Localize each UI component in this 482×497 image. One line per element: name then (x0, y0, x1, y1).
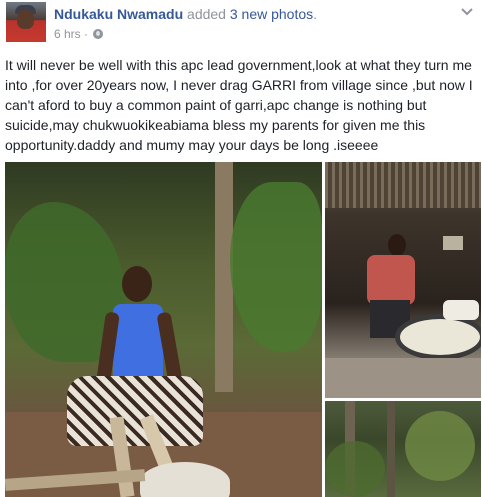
foliage-right (230, 182, 322, 352)
meta-separator: · (84, 27, 89, 41)
photo-bush-scene[interactable] (325, 401, 481, 497)
cook-shirt (367, 255, 415, 305)
facebook-post: Ndukaku Nwamadu added 3 new photos. 6 hr… (0, 0, 482, 497)
photo-man-frying-garri[interactable] (325, 162, 481, 398)
cook-head (388, 234, 406, 256)
author-avatar[interactable] (6, 2, 46, 42)
action-suffix: . (313, 6, 318, 22)
chevron-down-icon-svg (461, 8, 473, 16)
basin (140, 462, 230, 497)
action-prefix: added (187, 6, 226, 22)
person-wrapper (67, 376, 203, 446)
post-header: Ndukaku Nwamadu added 3 new photos. (54, 6, 317, 23)
author-name-link[interactable]: Ndukaku Nwamadu (54, 6, 183, 22)
chevron-down-icon[interactable] (460, 6, 474, 20)
post-action: added 3 new photos. (187, 6, 317, 22)
post-text: It will never be well with this apc lead… (5, 57, 473, 153)
window (443, 236, 463, 250)
post-meta: 6 hrs · (54, 27, 104, 41)
floor (325, 358, 481, 398)
basin-white (443, 300, 479, 320)
photos-count-link[interactable]: 3 new photos (230, 6, 313, 22)
avatar-face (17, 10, 34, 29)
leaves (405, 411, 475, 481)
leaves-2 (325, 441, 385, 497)
photo-man-grating-cassava[interactable] (5, 162, 322, 497)
post-timestamp-link[interactable]: 6 hrs (54, 27, 81, 41)
person-vest (113, 304, 163, 382)
frying-pan (395, 314, 481, 360)
trunk-2 (387, 401, 395, 497)
globe-icon[interactable] (93, 29, 104, 39)
thatched-roof (325, 162, 481, 208)
person-head (122, 266, 152, 302)
